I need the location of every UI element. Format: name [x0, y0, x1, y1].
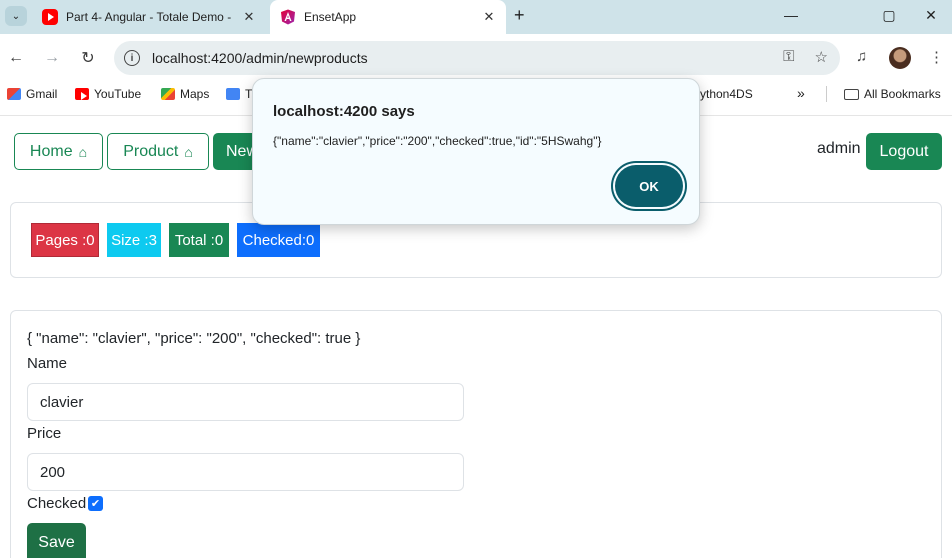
house-icon: ⌂ — [184, 143, 193, 160]
tab-strip: ⌄ Part 4- Angular - Totale Demo - ✕ Ense… — [0, 0, 952, 34]
bookmark-python4ds[interactable]: ython4DS — [700, 87, 753, 101]
bookmark-youtube[interactable]: YouTube — [75, 87, 141, 101]
home-button[interactable]: Home ⌂ — [14, 133, 103, 170]
dialog-message: {"name":"clavier","price":"200","checked… — [273, 134, 602, 148]
arrow-right-icon: → — [44, 49, 60, 66]
tab-youtube[interactable]: Part 4- Angular - Totale Demo - ✕ — [34, 0, 266, 34]
bookmark-maps[interactable]: Maps — [161, 87, 209, 101]
chevron-down-icon: ⌄ — [11, 10, 21, 22]
maximize-button[interactable]: ▢ — [866, 0, 912, 30]
bookmark-label: Gmail — [26, 87, 58, 101]
reload-button[interactable]: ↻ — [76, 46, 100, 70]
translate-icon — [226, 88, 240, 100]
bookmark-gmail[interactable]: Gmail — [7, 87, 57, 101]
reload-icon: ↻ — [81, 50, 95, 67]
product-form-card — [10, 310, 942, 558]
folder-icon — [844, 88, 859, 100]
all-bookmarks-label: All Bookmarks — [864, 87, 941, 101]
youtube-icon — [42, 9, 58, 25]
save-button[interactable]: Save — [27, 523, 86, 558]
angular-icon — [281, 9, 295, 25]
star-icon[interactable]: ☆ — [815, 48, 828, 66]
site-info-icon[interactable]: i — [124, 50, 140, 66]
dialog-ok-button[interactable]: OK — [615, 165, 683, 207]
checkmark-icon: ✔ — [90, 498, 101, 510]
pages-badge: Pages :0 — [31, 223, 99, 257]
checked-badge: Checked:0 — [237, 223, 320, 257]
price-label: Price — [27, 425, 62, 442]
checked-checkbox[interactable]: ✔ — [88, 496, 103, 511]
bookmarks-divider — [826, 86, 827, 102]
tab-title: EnsetApp — [304, 10, 357, 24]
bookmarks-overflow-button[interactable]: » — [797, 85, 805, 101]
arrow-left-icon: ← — [8, 49, 24, 66]
name-input[interactable] — [27, 383, 464, 421]
close-icon[interactable]: ✕ — [480, 9, 498, 25]
close-icon[interactable]: ✕ — [240, 9, 258, 25]
home-label: Home — [29, 142, 73, 160]
maps-icon — [161, 88, 175, 100]
size-badge: Size :3 — [107, 223, 161, 257]
browser-toolbar: ← → ↻ i localhost:4200/admin/newproducts… — [0, 34, 952, 82]
house-icon: ⌂ — [78, 143, 88, 160]
forward-button[interactable]: → — [40, 46, 64, 70]
back-button[interactable]: ← — [4, 46, 28, 70]
dialog-title: localhost:4200 says — [273, 103, 415, 120]
username: admin — [817, 140, 861, 157]
alert-dialog: localhost:4200 says {"name":"clavier","p… — [252, 78, 700, 225]
bookmark-label: ython4DS — [700, 87, 753, 101]
media-control-icon[interactable]: ♫ — [856, 48, 867, 65]
youtube-icon — [75, 88, 89, 100]
product-button[interactable]: Product ⌂ — [107, 133, 209, 170]
address-bar[interactable]: i localhost:4200/admin/newproducts ⚿ ☆ — [114, 41, 840, 75]
tab-title: Part 4- Angular - Totale Demo - — [66, 10, 232, 24]
tab-search-button[interactable]: ⌄ — [5, 6, 27, 26]
price-input[interactable] — [27, 453, 464, 491]
bookmark-label: Maps — [180, 87, 210, 101]
menu-dots-icon[interactable]: ⋮ — [929, 48, 944, 66]
gmail-icon — [7, 88, 21, 100]
profile-avatar[interactable] — [889, 47, 911, 69]
total-badge: Total :0 — [169, 223, 229, 257]
tab-ensetapp[interactable]: EnsetApp ✕ — [270, 0, 506, 34]
key-icon[interactable]: ⚿ — [783, 48, 794, 66]
new-tab-button[interactable]: + — [514, 5, 525, 26]
form-json-preview: { "name": "clavier", "price": "200", "ch… — [27, 330, 361, 347]
url-text: localhost:4200/admin/newproducts — [152, 50, 368, 66]
logout-button[interactable]: Logout — [866, 133, 942, 170]
name-label: Name — [27, 355, 68, 372]
bookmark-label: YouTube — [94, 87, 142, 101]
all-bookmarks-button[interactable]: All Bookmarks — [844, 87, 941, 101]
bookmark-translate[interactable]: T — [226, 87, 252, 101]
close-window-button[interactable]: ✕ — [908, 0, 952, 30]
minimize-button[interactable]: — — [768, 0, 814, 30]
checked-label: Checked — [27, 495, 87, 512]
product-label: Product — [123, 142, 179, 160]
